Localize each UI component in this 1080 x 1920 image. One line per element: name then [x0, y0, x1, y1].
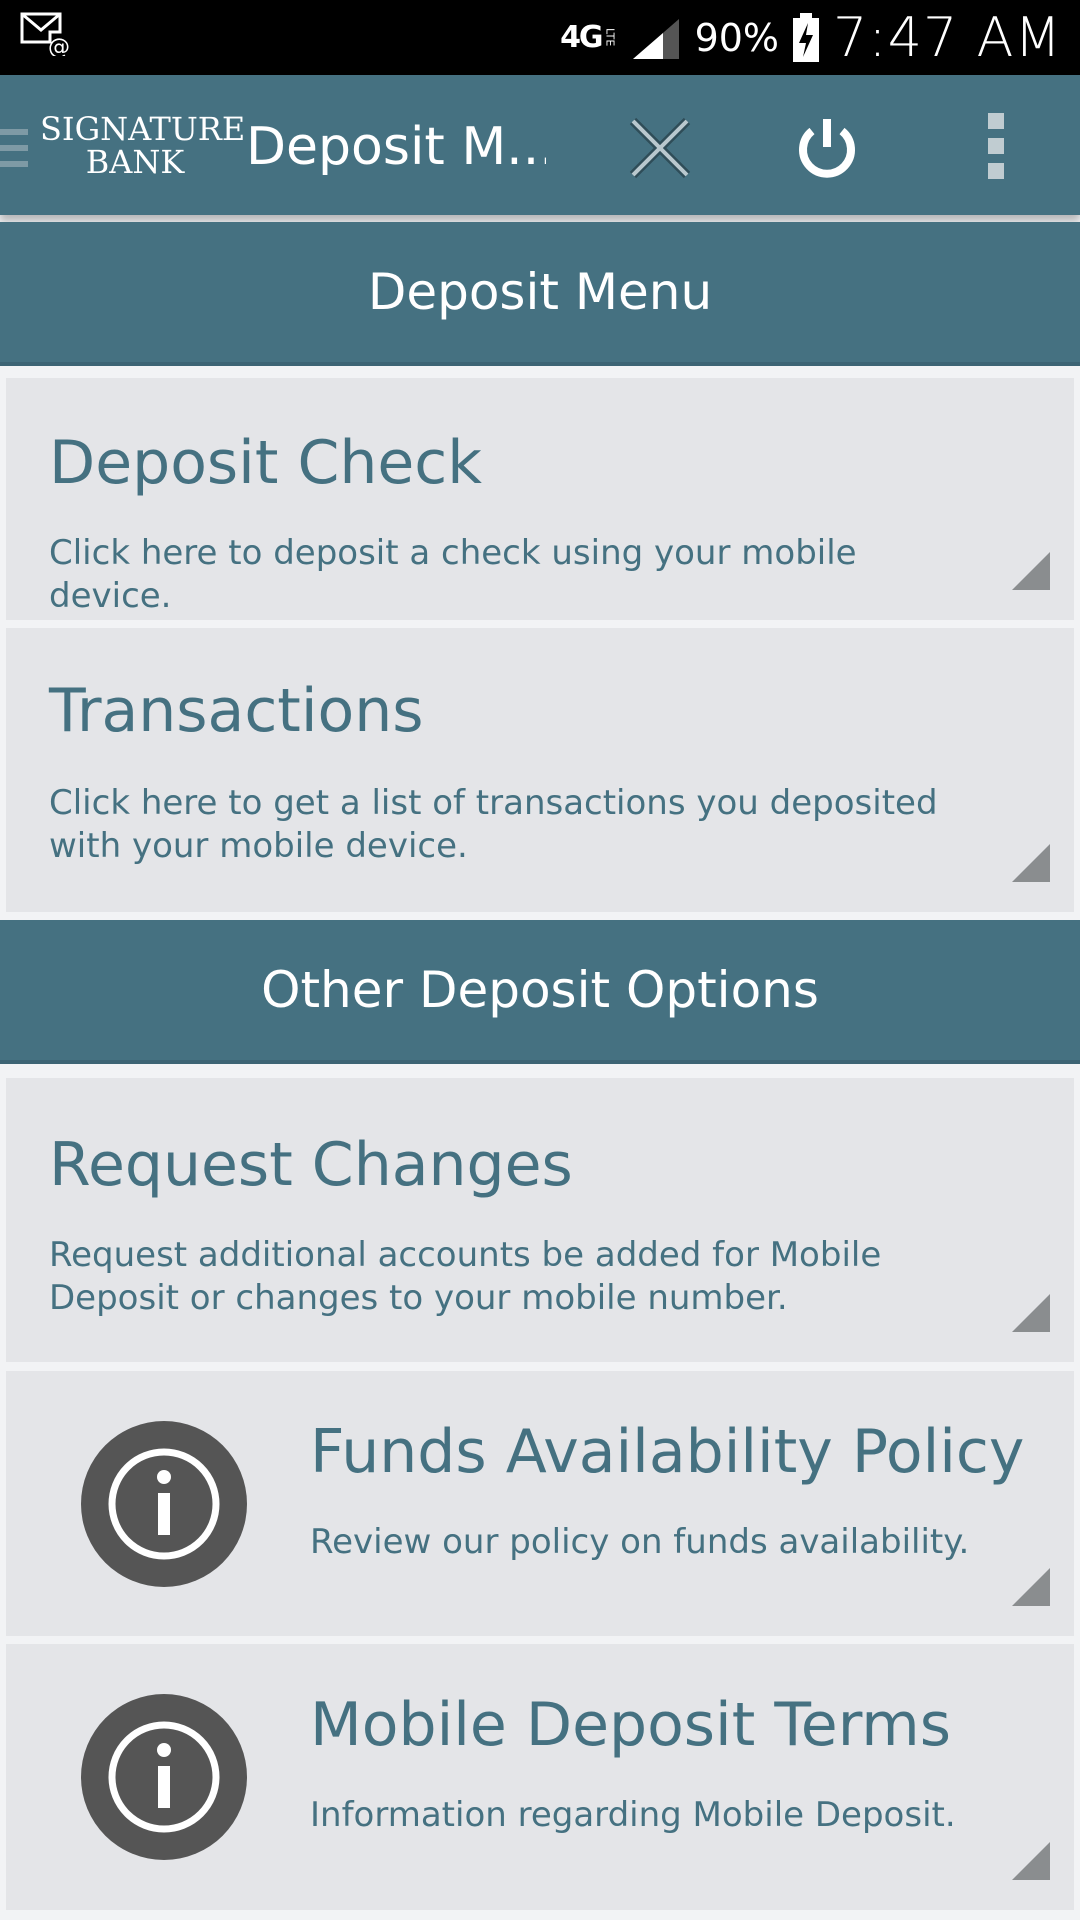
- hamburger-icon[interactable]: [0, 125, 30, 171]
- logo-line-2: BANK: [85, 143, 185, 181]
- menu-item-description: Click here to get a list of transactions…: [49, 783, 938, 866]
- email-notification-icon: @: [20, 12, 70, 56]
- corner-arrow-icon: [1012, 844, 1050, 882]
- menu-item-title: Mobile Deposit Terms: [310, 1690, 952, 1760]
- section-header-other-deposit-options: Other Deposit Options: [0, 920, 1080, 1060]
- info-icon: [81, 1694, 247, 1860]
- menu-item-title: Transactions: [49, 676, 424, 746]
- menu-item-description: Information regarding Mobile Deposit.: [310, 1795, 956, 1835]
- menu-item-mobile-deposit-terms[interactable]: Mobile Deposit Terms Information regardi…: [6, 1644, 1074, 1910]
- menu-item-description: Click here to deposit a check using your…: [49, 533, 857, 616]
- clock: 7:47 AM: [833, 6, 1062, 69]
- signature-bank-logo: SIGNATURE BANK: [40, 110, 246, 183]
- menu-item-request-changes[interactable]: Request Changes Request additional accou…: [6, 1078, 1074, 1362]
- logo-line-1: SIGNATURE: [40, 110, 246, 148]
- menu-item-title: Deposit Check: [49, 428, 483, 498]
- corner-arrow-icon: [1012, 552, 1050, 590]
- network-type: 4G: [560, 19, 603, 55]
- close-icon[interactable]: [625, 113, 695, 183]
- signal-icon: [632, 18, 679, 59]
- info-icon: [81, 1421, 247, 1587]
- menu-item-description: Request additional accounts be added for…: [49, 1235, 882, 1318]
- menu-item-transactions[interactable]: Transactions Click here to get a list of…: [6, 628, 1074, 912]
- menu-item-description: Review our policy on funds availability.: [310, 1522, 970, 1562]
- corner-arrow-icon: [1012, 1294, 1050, 1332]
- menu-item-deposit-check[interactable]: Deposit Check Click here to deposit a ch…: [6, 378, 1074, 620]
- more-vertical-icon[interactable]: [966, 113, 1026, 183]
- network-indicator: 4G LTE: [560, 19, 617, 55]
- section-header-deposit-menu: Deposit Menu: [0, 222, 1080, 362]
- menu-item-title: Funds Availability Policy: [310, 1417, 1025, 1487]
- menu-item-title: Request Changes: [49, 1130, 573, 1200]
- corner-arrow-icon: [1012, 1568, 1050, 1606]
- corner-arrow-icon: [1012, 1842, 1050, 1880]
- app-bar: SIGNATURE BANK Deposit M...: [0, 75, 1080, 215]
- power-icon[interactable]: [792, 113, 862, 183]
- battery-percent: 90%: [694, 15, 780, 60]
- network-subtype: LTE: [603, 28, 617, 47]
- status-bar: @ 4G LTE 90% 7:47 AM: [0, 0, 1080, 75]
- menu-item-funds-availability-policy[interactable]: Funds Availability Policy Review our pol…: [6, 1371, 1074, 1636]
- battery-charging-icon: [793, 12, 820, 62]
- app-bar-title: Deposit M...: [246, 117, 546, 177]
- svg-text:@: @: [48, 35, 70, 56]
